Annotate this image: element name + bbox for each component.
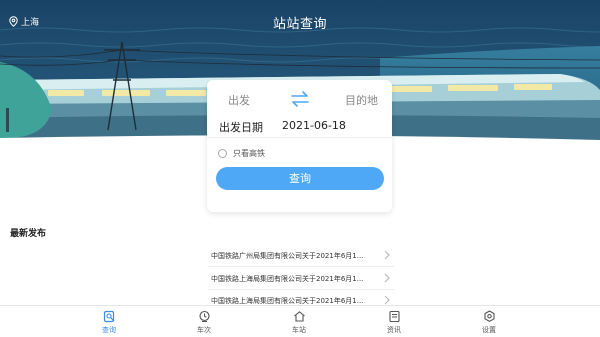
high-speed-radio[interactable] bbox=[218, 149, 227, 158]
tab-query[interactable]: 查询 bbox=[89, 310, 129, 335]
chevron-right-icon bbox=[384, 250, 390, 260]
tab-news[interactable]: 资讯 bbox=[374, 310, 414, 335]
swap-stations-button[interactable] bbox=[289, 89, 311, 109]
tab-settings[interactable]: 设置 bbox=[469, 310, 509, 335]
tab-label: 查询 bbox=[102, 326, 116, 334]
date-value[interactable]: 2021-06-18 bbox=[282, 119, 346, 132]
settings-icon bbox=[483, 310, 495, 323]
swap-arrows-icon bbox=[291, 91, 309, 107]
high-speed-label: 只看高铁 bbox=[233, 149, 265, 158]
news-item[interactable]: 中国铁路广州局集团有限公司关于2021年6月1... bbox=[208, 245, 394, 267]
departure-date-row[interactable]: 出发日期 2021-06-18 bbox=[207, 116, 392, 138]
departure-station-field[interactable]: 出发 bbox=[228, 92, 250, 108]
tab-trains[interactable]: 车次 bbox=[184, 310, 224, 335]
tab-label: 车站 bbox=[292, 326, 306, 334]
news-icon bbox=[388, 310, 400, 323]
search-doc-icon bbox=[103, 310, 114, 323]
tab-stations[interactable]: 车站 bbox=[279, 310, 319, 335]
search-card: 出发 目的地 出发日期 2021-06-18 只看高铁 查询 bbox=[207, 80, 392, 212]
station-icon bbox=[293, 311, 305, 322]
clock-icon bbox=[198, 310, 210, 322]
date-label: 出发日期 bbox=[219, 121, 263, 134]
tab-label: 资讯 bbox=[387, 326, 401, 334]
destination-station-field[interactable]: 目的地 bbox=[345, 92, 378, 108]
route-row: 出发 目的地 bbox=[207, 86, 392, 112]
bottom-tab-bar: 查询 车次 车站 资讯 设置 bbox=[0, 305, 600, 337]
tab-label: 车次 bbox=[197, 326, 211, 334]
news-item[interactable]: 中国铁路上海局集团有限公司关于2021年6月1... bbox=[208, 268, 394, 290]
query-button[interactable]: 查询 bbox=[216, 167, 384, 190]
high-speed-only-option[interactable]: 只看高铁 bbox=[218, 148, 265, 159]
tab-label: 设置 bbox=[482, 326, 496, 334]
app-screen: 上海 站站查询 出发 目的地 出发日期 2021-06-18 只看高铁 查询 最… bbox=[0, 0, 600, 337]
news-item-title: 中国铁路广州局集团有限公司关于2021年6月1... bbox=[211, 252, 364, 260]
page-title: 站站查询 bbox=[272, 17, 327, 32]
news-item-title: 中国铁路上海局集团有限公司关于2021年6月1... bbox=[211, 275, 364, 283]
chevron-right-icon bbox=[384, 273, 390, 283]
top-bar: 上海 站站查询 bbox=[0, 0, 600, 44]
news-heading: 最新发布 bbox=[10, 229, 47, 239]
